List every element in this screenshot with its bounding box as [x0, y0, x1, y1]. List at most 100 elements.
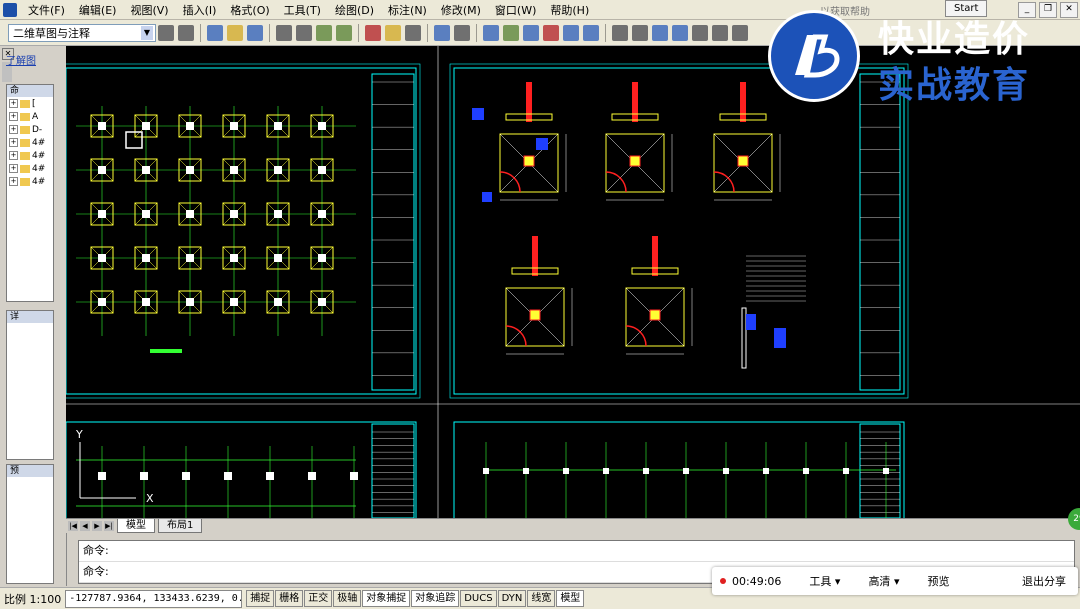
tree-item[interactable]: +4# [7, 162, 53, 175]
grid-toggle[interactable]: 栅格 [275, 590, 304, 607]
column-mark [186, 166, 194, 174]
sheet-set-icon[interactable] [692, 24, 708, 41]
recorder-exit-button[interactable]: 退出分享 [1022, 573, 1066, 589]
column-mark [230, 210, 238, 218]
polar-toggle[interactable]: 极轴 [333, 590, 362, 607]
properties-icon[interactable] [563, 24, 579, 41]
recording-time: 00:49:06 [732, 574, 782, 588]
cad-drawing[interactable]: YX [66, 46, 1080, 518]
ortho-toggle[interactable]: 正交 [304, 590, 333, 607]
help-icon[interactable] [583, 24, 599, 41]
print-icon[interactable] [276, 24, 292, 41]
expand-icon[interactable]: + [9, 164, 18, 173]
expand-icon[interactable]: + [9, 125, 18, 134]
last-tab-icon[interactable]: ▶| [104, 521, 114, 531]
menu-tools[interactable]: 工具(T) [277, 2, 328, 18]
command-palette: 命 +[ + A + D- +4# +4# +4# +4# [6, 84, 54, 302]
chevron-down-icon[interactable]: ▼ [141, 25, 153, 40]
workspace-save-icon[interactable] [178, 24, 194, 41]
autocad-app-icon[interactable] [3, 2, 17, 17]
menu-insert[interactable]: 插入(I) [176, 2, 224, 18]
workspace-settings-icon[interactable] [158, 24, 174, 41]
plan-title-bar [150, 349, 182, 353]
column-mark [683, 468, 689, 474]
expand-icon[interactable]: + [9, 99, 18, 108]
expand-icon[interactable]: + [9, 177, 18, 186]
tree-item[interactable]: + A [7, 110, 53, 123]
expand-icon[interactable]: + [9, 151, 18, 160]
prev-tab-icon[interactable]: ◀ [80, 521, 90, 531]
drawing-canvas[interactable]: YX [66, 46, 1080, 518]
tree-item[interactable]: +4# [7, 175, 53, 188]
tree-item-label: [ [32, 98, 36, 109]
osnap-toggle[interactable]: 对象捕捉 [362, 590, 411, 607]
tree-item[interactable]: +[ [7, 97, 53, 110]
menu-help[interactable]: 帮助(H) [543, 2, 596, 18]
zoom-realtime-icon[interactable] [503, 24, 519, 41]
menu-dimension[interactable]: 标注(N) [381, 2, 434, 18]
first-tab-icon[interactable]: |◀ [68, 521, 78, 531]
column-mark [142, 122, 150, 130]
column-mark [318, 298, 326, 306]
menu-edit[interactable]: 编辑(E) [72, 2, 124, 18]
tree-item-label: 4# [32, 150, 46, 161]
undo-icon[interactable] [434, 24, 450, 41]
tree-item[interactable]: + D- [7, 123, 53, 136]
dyn-toggle[interactable]: DYN [497, 590, 527, 607]
preview-palette: 预 [6, 464, 54, 584]
detail-tag [774, 328, 786, 348]
tool-palette-icon[interactable] [672, 24, 688, 41]
ducs-toggle[interactable]: DUCS [460, 590, 497, 607]
menu-modify[interactable]: 修改(M) [434, 2, 488, 18]
copy-icon[interactable] [385, 24, 401, 41]
tree-item[interactable]: +4# [7, 136, 53, 149]
palette-title: 详 [7, 311, 53, 323]
otrack-toggle[interactable]: 对象追踪 [411, 590, 460, 607]
plot-icon[interactable] [336, 24, 352, 41]
workspace-select[interactable]: 二维草图与注释 ▼ [8, 23, 156, 42]
recorder-preview-button[interactable]: 预览 [927, 573, 949, 589]
menu-window[interactable]: 窗口(W) [488, 2, 543, 18]
new-file-icon[interactable] [207, 24, 223, 41]
publish-icon[interactable] [316, 24, 332, 41]
redo-icon[interactable] [454, 24, 470, 41]
info-link[interactable]: 了解图 [6, 52, 36, 67]
model-toggle[interactable]: 模型 [556, 590, 585, 607]
tree-item[interactable]: +4# [7, 149, 53, 162]
tab-model[interactable]: 模型 [117, 519, 155, 533]
zoom-previous-icon[interactable] [543, 24, 559, 41]
column-mark [140, 472, 148, 480]
menu-draw[interactable]: 绘图(D) [328, 2, 381, 18]
design-center-icon[interactable] [652, 24, 668, 41]
snap-toggle[interactable]: 捕捉 [246, 590, 275, 607]
pan-icon[interactable] [483, 24, 499, 41]
print-preview-icon[interactable] [296, 24, 312, 41]
expand-icon[interactable]: + [9, 138, 18, 147]
next-tab-icon[interactable]: ▶ [92, 521, 102, 531]
column-mark [318, 210, 326, 218]
lineweight-toggle[interactable]: 线宽 [527, 590, 556, 607]
recorder-tools-label: 工具 [809, 575, 832, 588]
menu-format[interactable]: 格式(O) [223, 2, 276, 18]
calculator-icon[interactable] [732, 24, 748, 41]
tree-item-label: 4# [32, 163, 46, 174]
column-mark [318, 122, 326, 130]
palette-title: 命 [7, 85, 53, 97]
match-properties-icon[interactable] [632, 24, 648, 41]
zoom-window-icon[interactable] [523, 24, 539, 41]
save-icon[interactable] [247, 24, 263, 41]
paste-icon[interactable] [405, 24, 421, 41]
tab-layout1[interactable]: 布局1 [158, 519, 203, 533]
recorder-quality-button[interactable]: 高清 ▾ [868, 573, 899, 589]
recorder-tools-button[interactable]: 工具 ▾ [809, 573, 840, 589]
annotation-scale[interactable]: 比例 1:100 [0, 591, 65, 607]
cut-icon[interactable] [365, 24, 381, 41]
command-history-line: 命令: [79, 541, 1074, 562]
menu-view[interactable]: 视图(V) [123, 2, 175, 18]
menu-file[interactable]: 文件(F) [21, 2, 72, 18]
open-file-icon[interactable] [227, 24, 243, 41]
expand-icon[interactable]: + [9, 112, 18, 121]
layer-icon[interactable] [612, 24, 628, 41]
tree-item-label: 4# [32, 137, 46, 148]
markup-icon[interactable] [712, 24, 728, 41]
